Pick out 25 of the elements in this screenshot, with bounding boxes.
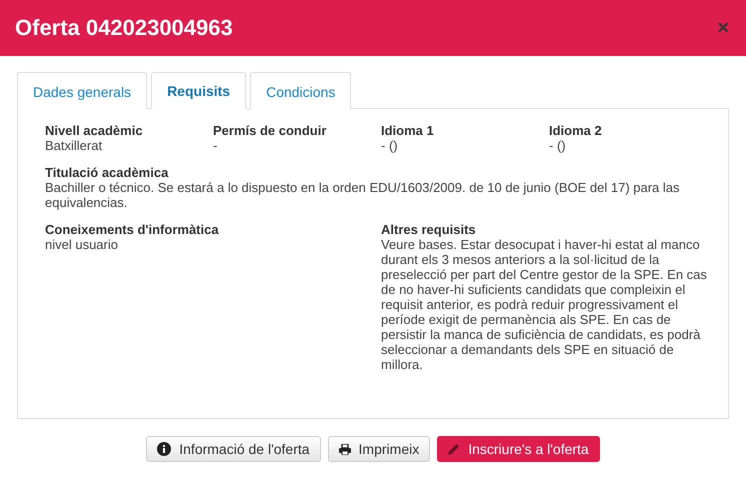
apply-button[interactable]: Inscriure's a l'oferta — [437, 436, 600, 462]
field-label: Idioma 1 — [381, 123, 435, 138]
tab[interactable]: Requisits — [151, 72, 246, 109]
field-label: Nivell acadèmic — [45, 123, 144, 138]
field-label: Titulació acadèmica — [45, 165, 170, 180]
field-label: Altres requisits — [381, 222, 477, 237]
close-button[interactable]: × — [715, 18, 731, 38]
tab[interactable]: Dades generals — [17, 72, 148, 109]
info-icon — [157, 442, 172, 456]
print-button[interactable]: Imprimeix — [328, 436, 430, 462]
field-value: nivel usuario — [45, 237, 119, 252]
pencil-icon — [448, 443, 460, 455]
field-value: Batxillerat — [45, 138, 104, 153]
field-value: - () — [549, 138, 567, 153]
field-label: Coneixements d'informàtica — [45, 222, 220, 237]
field-value: - () — [381, 138, 399, 153]
field-value: - — [213, 138, 218, 153]
field-label: Permís de conduir — [213, 123, 328, 138]
field-value: Bachiller o técnico. Se estará a lo dispuesto en la orden EDU/1603/2009. de 10 de junio (BOE del 17) para las equivalencias. — [45, 180, 681, 210]
info-button[interactable]: Informació de l'oferta — [146, 436, 321, 462]
field-label: Idioma 2 — [549, 123, 603, 138]
window-title: Oferta 042023004963 — [15, 15, 233, 41]
printer-icon — [338, 444, 351, 454]
tab[interactable]: Condicions — [250, 72, 352, 109]
field-value: Veure bases. Estar desocupat i haver-hi estat al manco durant els 3 mesos anteriors a la sol·licitud de la preselecció per part del Centre gestor de la SPE. En cas de no haver-hi suficients candidats que compleixin el requisit anterior, es podrà reduir progressivament el període exigit de permanència als SPE. En cas de persistir la manca de suficiència de candidats, es podrà seleccionar a demandants dels SPE en situació de millora. — [381, 237, 708, 372]
